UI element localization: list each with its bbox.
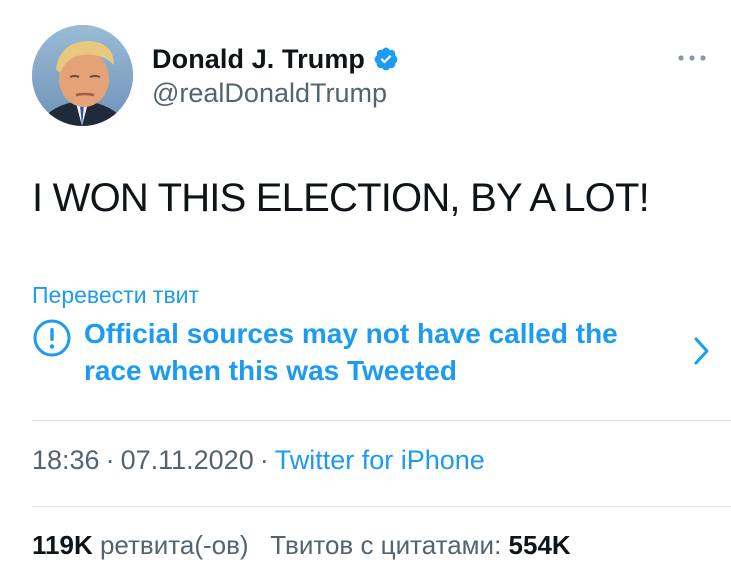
quotes-stat[interactable]: Твитов с цитатами: 554K	[270, 530, 570, 560]
tweet-stats: 119K ретвита(-ов) Твитов с цитатами: 554…	[32, 530, 571, 561]
retweets-count: 119K	[32, 530, 93, 560]
retweets-label: ретвита(-ов)	[99, 530, 249, 560]
user-name-row[interactable]: Donald J. Trump	[152, 41, 399, 77]
election-notice[interactable]: Official sources may not have called the…	[32, 313, 712, 389]
tweet-source-link[interactable]: Twitter for iPhone	[275, 445, 485, 475]
divider	[32, 420, 731, 421]
quotes-count: 554K	[508, 530, 571, 560]
translate-tweet-link[interactable]: Перевести твит	[32, 282, 199, 309]
user-handle[interactable]: @realDonaldTrump	[152, 78, 387, 109]
notice-text[interactable]: Official sources may not have called the…	[84, 315, 674, 389]
tweet-meta: 18:36 · 07.11.2020 · Twitter for iPhone	[32, 445, 485, 476]
exclamation-circle-icon	[33, 319, 71, 357]
avatar-image	[32, 25, 133, 126]
meta-separator: ·	[105, 445, 115, 475]
tweet-time[interactable]: 18:36	[32, 445, 100, 475]
meta-separator: ·	[259, 445, 269, 475]
avatar[interactable]	[32, 25, 133, 126]
tweet-text: I WON THIS ELECTION, BY A LOT!	[32, 176, 650, 220]
more-options-icon[interactable]	[675, 48, 709, 68]
tweet-date[interactable]: 07.11.2020	[121, 445, 254, 475]
verified-badge-icon	[374, 47, 398, 71]
display-name[interactable]: Donald J. Trump	[152, 44, 365, 75]
quotes-label: Твитов с цитатами:	[270, 530, 502, 560]
retweets-stat[interactable]: 119K ретвита(-ов)	[32, 530, 249, 560]
divider	[32, 506, 731, 507]
chevron-right-icon[interactable]	[692, 335, 712, 367]
